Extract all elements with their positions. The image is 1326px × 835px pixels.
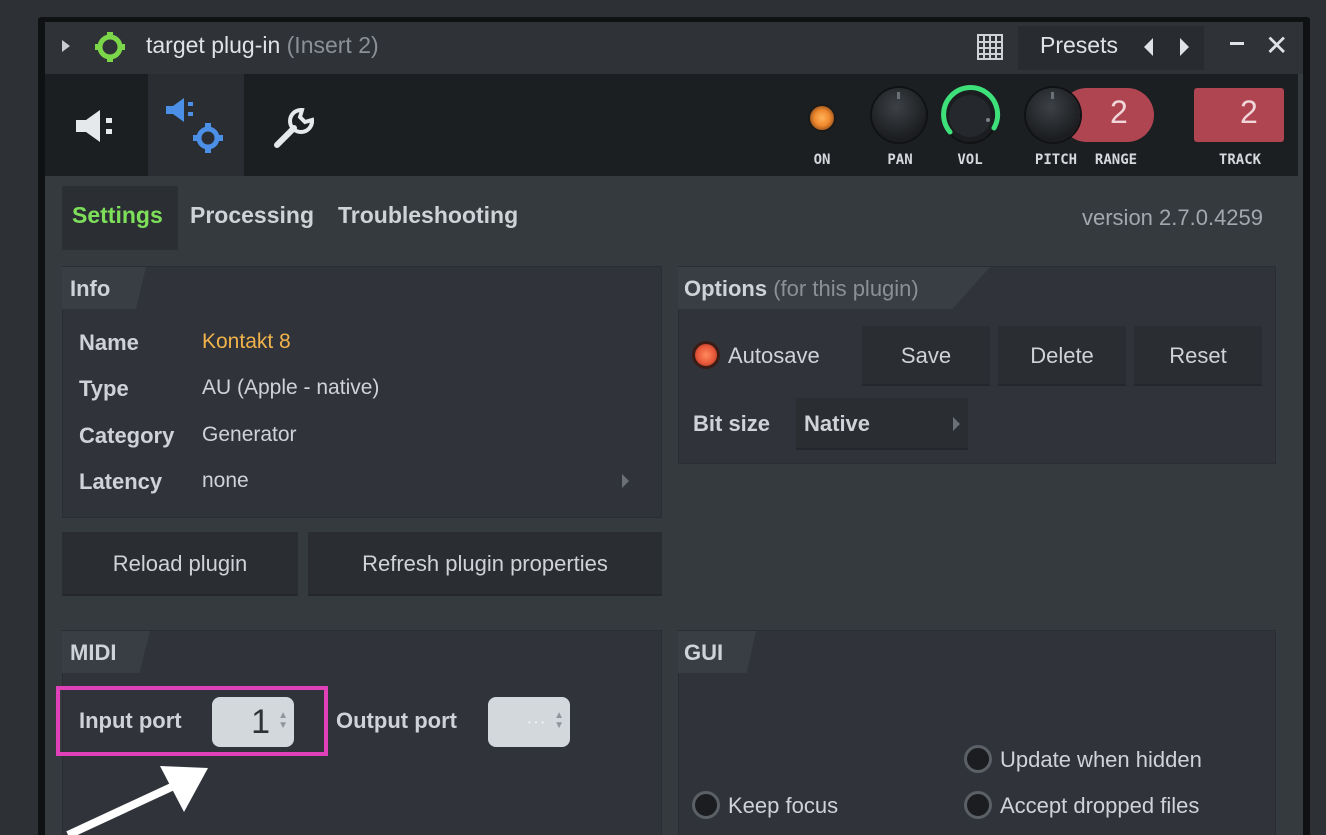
options-heading-wrap: Options (for this plugin) (684, 276, 919, 302)
save-button[interactable]: Save (862, 326, 990, 386)
output-port-stepper[interactable]: ··· ▲ ▼ (488, 697, 570, 747)
annotation-arrow-icon (66, 766, 208, 835)
tool-wrench[interactable] (244, 74, 340, 176)
info-value-name: Kontakt 8 (202, 330, 291, 353)
bitsize-label: Bit size (693, 411, 771, 436)
info-value-type: AU (Apple - native) (202, 376, 380, 399)
pitch-knob[interactable] (1026, 88, 1080, 142)
minimize-icon[interactable] (1230, 42, 1244, 45)
update-when-hidden-label[interactable]: Update when hidden (1000, 747, 1202, 773)
update-when-hidden-radio[interactable] (964, 745, 992, 773)
preset-next-icon[interactable] (1180, 38, 1189, 56)
keyboard-grid-icon[interactable] (976, 33, 1004, 61)
wrench-icon (274, 107, 315, 148)
plugin-settings-icon (166, 98, 223, 153)
info-key-latency: Latency (79, 469, 163, 494)
keep-focus-radio[interactable] (692, 791, 720, 819)
tool-plugin[interactable] (52, 74, 148, 176)
pan-knob[interactable] (872, 88, 926, 142)
accept-dropped-files-label[interactable]: Accept dropped files (1000, 793, 1199, 819)
highlight-box (56, 686, 328, 756)
refresh-properties-button[interactable]: Refresh plugin properties (308, 532, 662, 596)
track-box[interactable]: 2 (1194, 88, 1284, 142)
midi-heading: MIDI (70, 640, 117, 665)
info-key-name: Name (79, 330, 139, 355)
plugin-title: target plug-in (146, 32, 281, 58)
on-label: ON (813, 152, 831, 168)
options-heading: Options (684, 276, 768, 301)
pitch-label: PITCH (1034, 152, 1078, 168)
accept-dropped-files-radio[interactable] (964, 791, 992, 819)
range-label: RANGE (1094, 152, 1138, 168)
info-value-category: Generator (202, 423, 297, 446)
track-value: 2 (1240, 94, 1258, 130)
presets-label[interactable]: Presets (1040, 32, 1118, 59)
info-key-type: Type (79, 376, 129, 401)
info-key-category: Category (79, 423, 175, 448)
tab-processing[interactable]: Processing (190, 202, 314, 229)
pan-label: PAN (887, 152, 913, 168)
volume-knob[interactable] (936, 82, 1004, 150)
vol-label: VOL (957, 152, 983, 168)
reload-plugin-button[interactable]: Reload plugin (62, 532, 298, 596)
bitsize-arrow-icon (953, 417, 960, 431)
on-led-toggle[interactable] (808, 104, 836, 132)
insert-label: (Insert 2) (286, 32, 379, 58)
info-value-latency: none (202, 469, 249, 492)
version-text: version 2.7.0.4259 (1082, 205, 1264, 230)
track-label: TRACK (1218, 152, 1262, 168)
plugin-gear-icon[interactable] (94, 31, 126, 63)
reset-button[interactable]: Reset (1134, 326, 1262, 386)
tab-troubleshooting[interactable]: Troubleshooting (338, 202, 518, 229)
options-heading-sub: (for this plugin) (773, 276, 919, 301)
delete-button[interactable]: Delete (998, 326, 1126, 386)
tool-plugin-settings[interactable] (148, 74, 244, 176)
window-title: target plug-in (Insert 2) (146, 32, 379, 59)
bitsize-value: Native (804, 411, 871, 436)
bitsize-select[interactable]: Native (796, 398, 968, 450)
plugin-icon (76, 110, 112, 142)
autosave-label[interactable]: Autosave (728, 343, 820, 369)
gui-heading: GUI (684, 640, 724, 665)
close-icon[interactable]: ✕ (1265, 32, 1288, 60)
preset-previous-icon[interactable] (1144, 38, 1153, 56)
window-menu-arrow-icon[interactable] (62, 40, 70, 52)
output-port-value: ··· (526, 711, 546, 733)
info-heading: Info (70, 276, 111, 301)
autosave-radio[interactable] (692, 341, 720, 369)
output-port-label: Output port (336, 708, 457, 733)
keep-focus-label[interactable]: Keep focus (728, 793, 838, 819)
latency-arrow-icon[interactable] (622, 474, 629, 488)
pitch-range-value: 2 (1110, 94, 1128, 130)
output-port-spin-icon[interactable]: ▲ ▼ (554, 711, 564, 731)
tab-settings[interactable]: Settings (72, 202, 163, 229)
